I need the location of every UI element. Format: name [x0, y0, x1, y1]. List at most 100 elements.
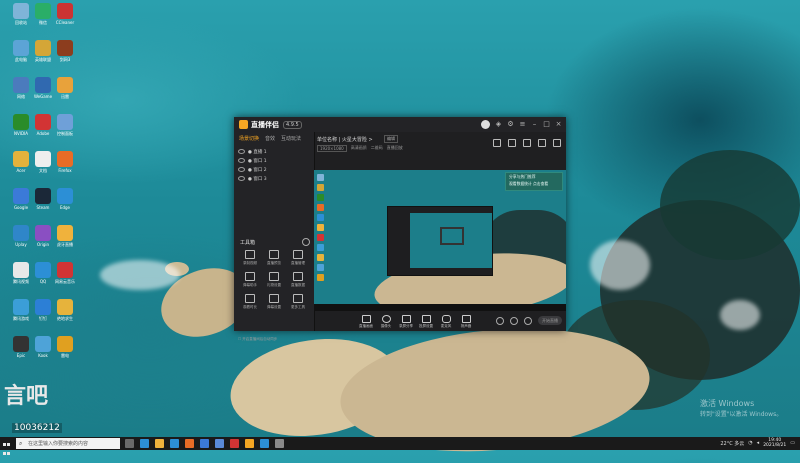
taskbar-app-icon[interactable]: [170, 439, 179, 448]
desktop-icon[interactable]: 雷电: [48, 336, 82, 366]
stream-title[interactable]: 单位名称 | 火星大冒险 >: [317, 136, 373, 143]
desktop-icon[interactable]: Firefox: [48, 151, 82, 181]
wallpaper-dark-rock: [660, 150, 800, 260]
desktop-icon[interactable]: 迅雷: [48, 77, 82, 107]
desktop-icons: 回收站 微信 CCleaner 此电脑 英雄联盟 剑网3 网络 WeGame 迅雷 NVIDIA A…: [0, 0, 75, 400]
control-item[interactable]: 直播画面: [356, 315, 376, 329]
tab-scenes[interactable]: 场景切换: [239, 135, 259, 142]
control-item[interactable]: 投屏设置: [416, 315, 436, 329]
tool-label: 弹幕设置: [267, 305, 281, 309]
taskbar-app-icon[interactable]: [140, 439, 149, 448]
settings-icon[interactable]: ⚙: [507, 121, 514, 128]
eye-icon[interactable]: [238, 167, 245, 172]
control-item[interactable]: 麦克风: [436, 315, 456, 329]
speaker-icon: [461, 315, 471, 323]
tool-item[interactable]: 直播管理: [286, 250, 310, 266]
taskbar-app-icon[interactable]: [185, 439, 194, 448]
version-badge[interactable]: 4.9.5: [283, 120, 302, 129]
share-icon[interactable]: [523, 139, 531, 147]
list-item[interactable]: ● 窗口 3: [238, 174, 310, 183]
eye-icon[interactable]: [238, 176, 245, 181]
tool-item[interactable]: 弹幕助手: [238, 272, 262, 288]
taskbar-app-icon[interactable]: [200, 439, 209, 448]
cast-icon: [421, 315, 431, 323]
list-item[interactable]: ● 窗口 2: [238, 165, 310, 174]
volume-icon[interactable]: ◂: [757, 440, 760, 446]
avatar[interactable]: [481, 120, 490, 129]
eye-icon[interactable]: [238, 158, 245, 163]
taskbar-search-input[interactable]: ⌕ 在这里输入你要搜索的内容: [16, 438, 120, 449]
control-item[interactable]: 扬声器: [456, 315, 476, 329]
desktop-icon[interactable]: 绝地求生: [48, 299, 82, 329]
desktop-icon[interactable]: Edge: [48, 188, 82, 218]
tool-item[interactable]: 礼物设置: [262, 272, 286, 288]
preview-nested-canvas: [410, 213, 492, 268]
close-icon[interactable]: ×: [555, 121, 562, 128]
wallpaper-foam: [720, 300, 760, 330]
menu-icon[interactable]: ≡: [519, 121, 526, 128]
tool-icon: [269, 294, 279, 303]
list-item[interactable]: ● 窗口 1: [238, 156, 310, 165]
sidebar: 场景切换 音效 互动玩法 ● 直播 1 ● 窗口 1 ● 窗口 2 ● 窗口 3…: [234, 132, 315, 341]
network-icon[interactable]: ◔: [748, 440, 752, 446]
layout-icon[interactable]: [508, 139, 516, 147]
taskbar-app-icon[interactable]: [125, 439, 134, 448]
taskbar-app-icon[interactable]: [245, 439, 254, 448]
preview-icon: [317, 264, 324, 271]
preview-icon: [317, 174, 324, 181]
windows-start-icon[interactable]: [3, 440, 10, 455]
skin-icon[interactable]: ◈: [495, 121, 502, 128]
eye-icon[interactable]: [238, 149, 245, 154]
tool-item[interactable]: 更多工具: [286, 294, 310, 310]
minimize-icon[interactable]: –: [531, 121, 538, 128]
desktop-icon[interactable]: 控制面板: [48, 114, 82, 144]
desktop-icon[interactable]: 剑网3: [48, 40, 82, 70]
tool-item[interactable]: 直播预览: [262, 250, 286, 266]
more-icon[interactable]: [553, 139, 561, 147]
taskbar-app-icon[interactable]: [155, 439, 164, 448]
taskbar-app-icon[interactable]: [230, 439, 239, 448]
quality-label[interactable]: 高清画质: [351, 145, 367, 152]
tool-item[interactable]: 直播数据: [286, 272, 310, 288]
app-titlebar[interactable]: 直播伴侣 4.9.5 ◈ ⚙ ≡ – □ ×: [234, 117, 566, 132]
taskbar-app-icon[interactable]: [215, 439, 224, 448]
taskbar-app-icon[interactable]: [275, 439, 284, 448]
control-item[interactable]: 摄像头: [376, 315, 396, 329]
notification-icon[interactable]: ▭: [790, 440, 795, 446]
tools-settings-icon[interactable]: [302, 238, 310, 246]
taskbar-app-icon[interactable]: [260, 439, 269, 448]
gear-icon[interactable]: [510, 316, 518, 325]
preview-icon: [317, 244, 324, 251]
qrcode-label[interactable]: 二维码: [371, 145, 383, 152]
list-item[interactable]: ● 直播 1: [238, 147, 310, 156]
tool-item[interactable]: 观看时长: [238, 294, 262, 310]
resolution-badge[interactable]: 1920×1080: [317, 145, 347, 152]
camera-icon[interactable]: [493, 139, 501, 147]
edit-button[interactable]: 编辑: [384, 135, 398, 143]
replay-label[interactable]: 直播回放: [387, 145, 403, 152]
sidebar-footer[interactable]: ☐ 开启直播间后自动同步: [238, 337, 277, 342]
tool-item[interactable]: 弹幕设置: [262, 294, 286, 310]
tab-audio[interactable]: 音效: [265, 135, 275, 142]
tab-interact[interactable]: 互动玩法: [281, 135, 301, 142]
help-icon[interactable]: [524, 316, 532, 325]
start-live-button[interactable]: 开始直播: [538, 316, 562, 325]
notice-popup[interactable]: 分享与热门推荐 观看数据统计 点击查看: [505, 172, 563, 191]
desktop-icon[interactable]: 网易云音乐: [48, 262, 82, 292]
stream-meta: 1920×1080 高清画质 二维码 直播回放: [317, 145, 403, 152]
bell-icon[interactable]: [538, 139, 546, 147]
desktop-icon[interactable]: 虎牙直播: [48, 225, 82, 255]
wallpaper-foam: [100, 260, 180, 290]
desktop-icon[interactable]: CCleaner: [48, 3, 82, 33]
maximize-icon[interactable]: □: [543, 121, 550, 128]
activation-watermark: 激活 Windows 转到"设置"以激活 Windows。: [700, 398, 782, 418]
stream-preview[interactable]: 分享与热门推荐 观看数据统计 点击查看: [314, 170, 566, 311]
video-icon[interactable]: [496, 316, 504, 325]
microphone-icon: [441, 315, 451, 323]
control-item[interactable]: 录屏分享: [396, 315, 416, 329]
weather-label[interactable]: 22°C 多云: [720, 440, 744, 447]
watermark-title: 激活 Windows: [700, 399, 755, 408]
preview-icon: [317, 274, 324, 281]
taskbar-clock[interactable]: 19:40 2021/8/21: [763, 438, 786, 448]
tool-item[interactable]: 录制视频: [238, 250, 262, 266]
